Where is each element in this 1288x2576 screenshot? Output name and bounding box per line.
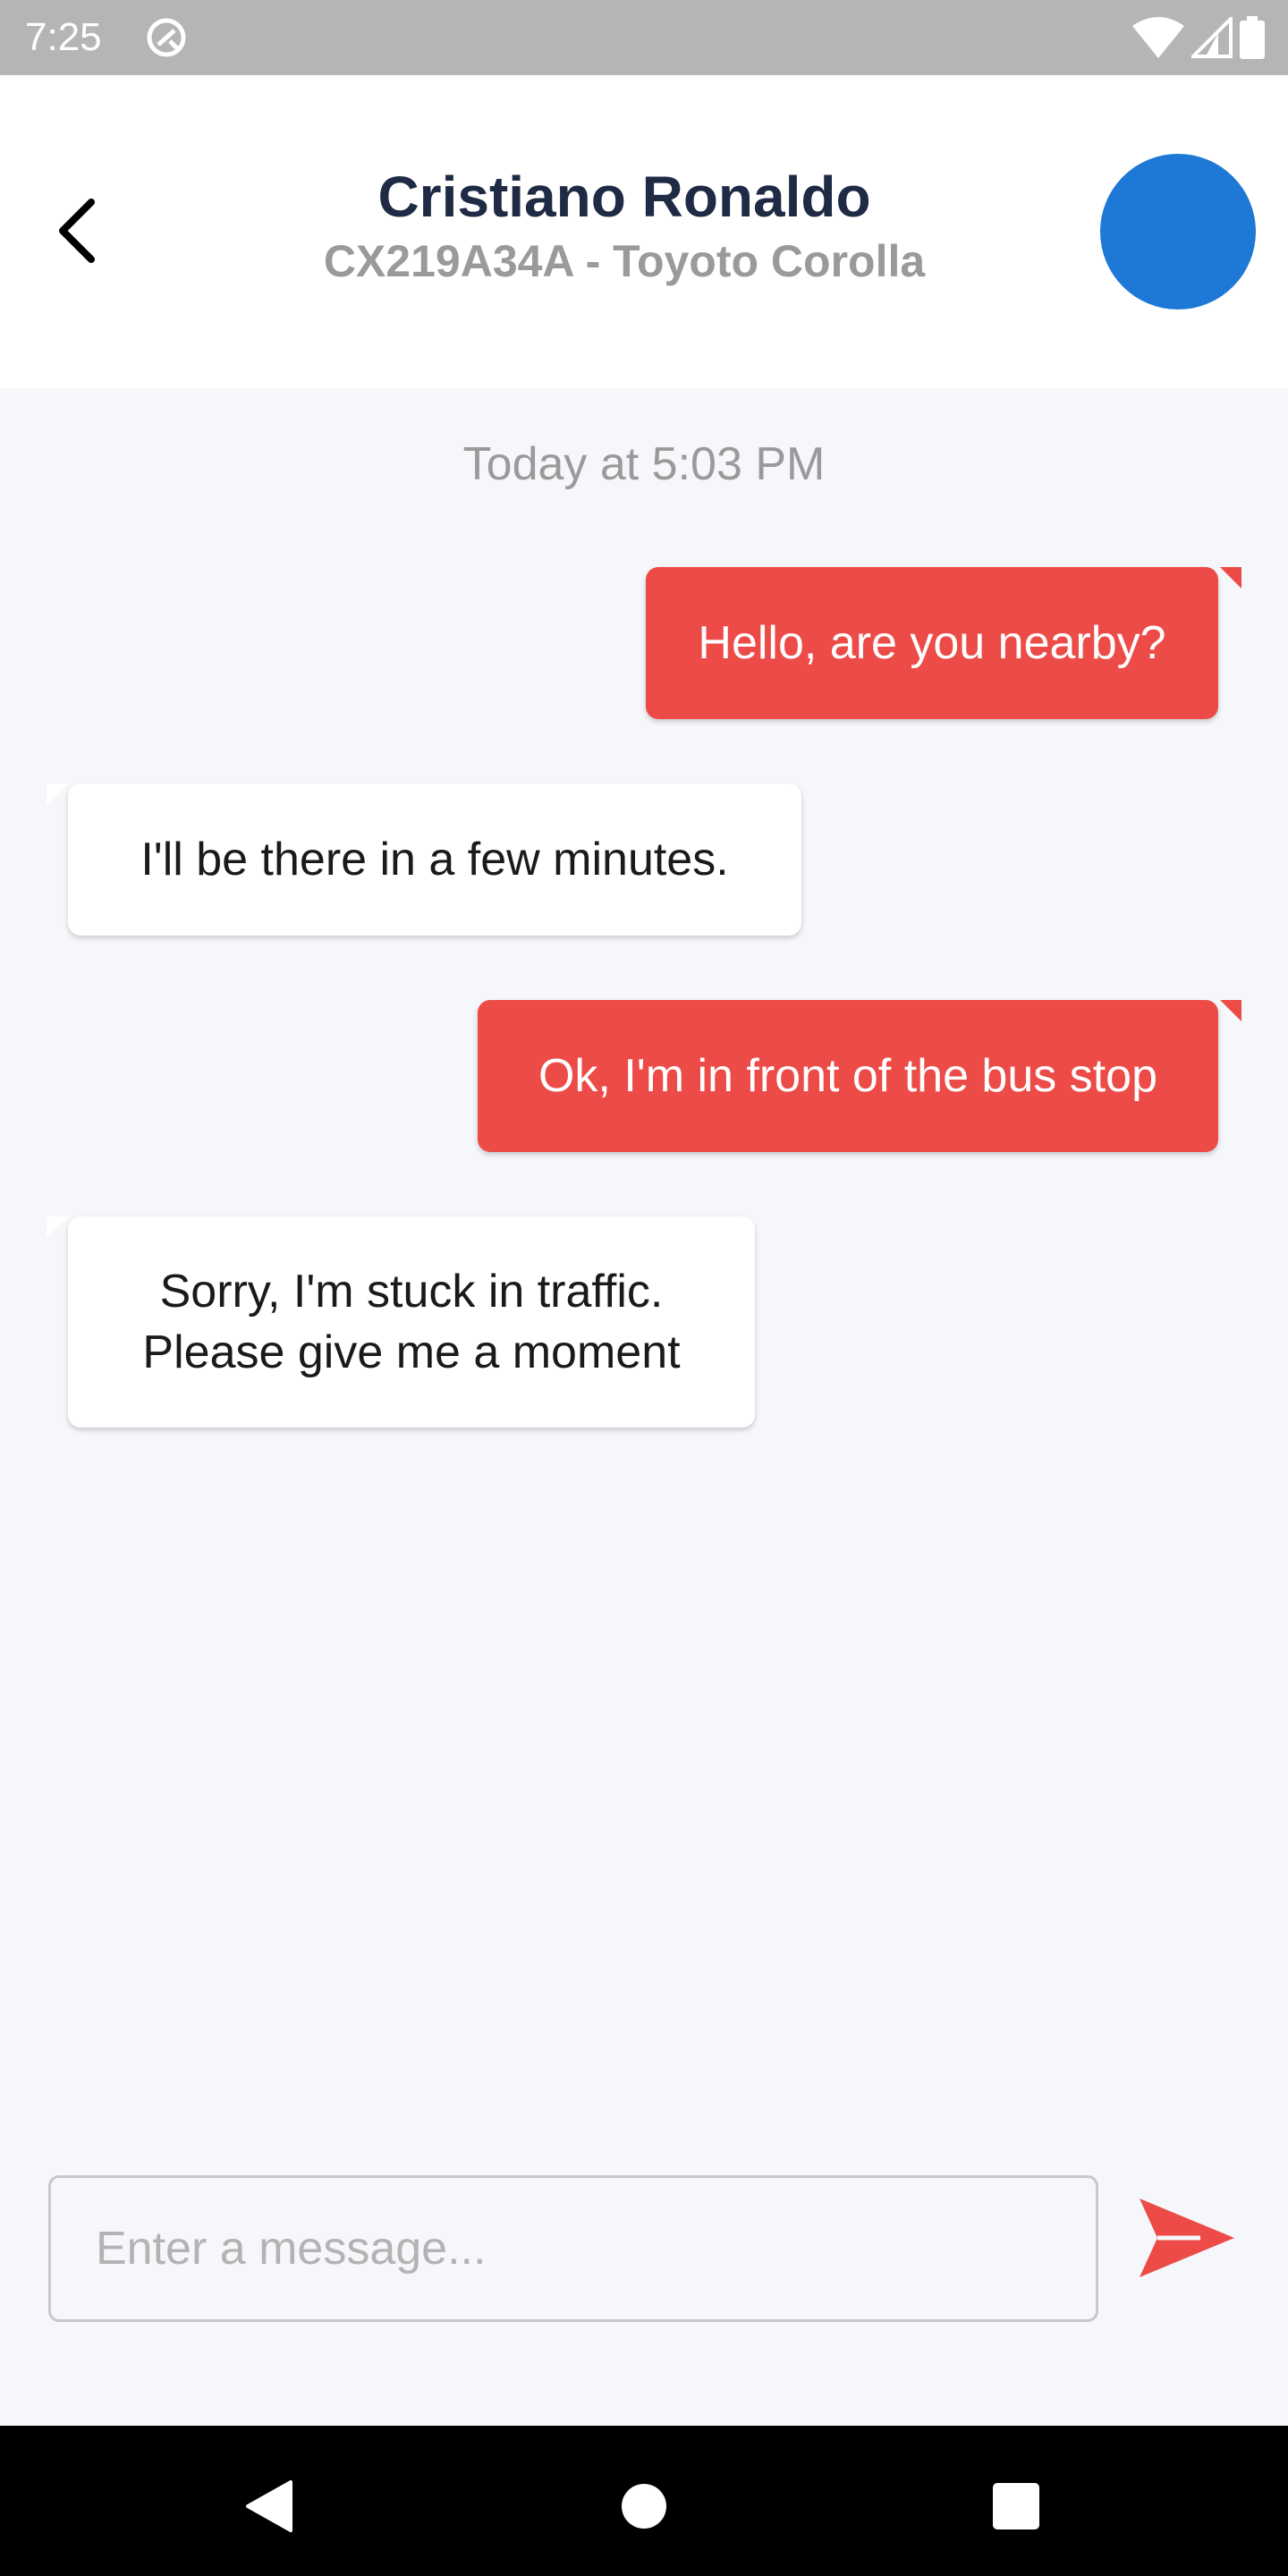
message-text: Sorry, I'm stuck in traffic. Please give… [142, 1266, 681, 1378]
avatar[interactable] [1100, 154, 1256, 309]
battery-icon [1240, 16, 1265, 59]
incoming-message[interactable]: I'll be there in a few minutes. [68, 784, 801, 936]
bubble-tail [1220, 567, 1241, 589]
nav-home-button[interactable] [608, 2470, 680, 2542]
incoming-message[interactable]: Sorry, I'm stuck in traffic. Please give… [68, 1216, 755, 1428]
send-icon [1140, 2199, 1234, 2277]
chat-header: Cristiano Ronaldo CX219A34A - Toyoto Cor… [0, 75, 1288, 388]
sync-icon [147, 18, 186, 57]
contact-name: Cristiano Ronaldo [377, 165, 871, 229]
message-text: Hello, are you nearby? [698, 617, 1166, 669]
wifi-icon [1132, 17, 1184, 58]
nav-back-button[interactable] [233, 2470, 304, 2542]
navigation-bar [0, 2426, 1288, 2576]
send-button[interactable] [1134, 2191, 1240, 2284]
nav-recents-button[interactable] [980, 2470, 1052, 2542]
bubble-tail [47, 1216, 68, 1238]
chat-screen: 7:25 Cristiano Ronaldo CX219A34A - Toyot… [0, 0, 1288, 2576]
message-input[interactable] [48, 2175, 1098, 2322]
message-text: I'll be there in a few minutes. [140, 834, 729, 886]
recents-square-icon [993, 2483, 1039, 2529]
bubble-tail [47, 784, 68, 805]
home-circle-icon [622, 2484, 666, 2529]
message-text: Ok, I'm in front of the bus stop [538, 1050, 1158, 1102]
outgoing-message[interactable]: Hello, are you nearby? [646, 567, 1218, 719]
bubble-tail [1220, 1000, 1241, 1021]
chat-timestamp: Today at 5:03 PM [462, 438, 826, 490]
vehicle-info: CX219A34A - Toyoto Corolla [323, 236, 926, 286]
outgoing-message[interactable]: Ok, I'm in front of the bus stop [478, 1000, 1218, 1152]
status-icons [1132, 14, 1265, 61]
status-bar: 7:25 [0, 0, 1288, 75]
back-triangle-icon [246, 2480, 292, 2532]
status-time: 7:25 [25, 15, 102, 59]
signal-icon [1191, 17, 1233, 58]
